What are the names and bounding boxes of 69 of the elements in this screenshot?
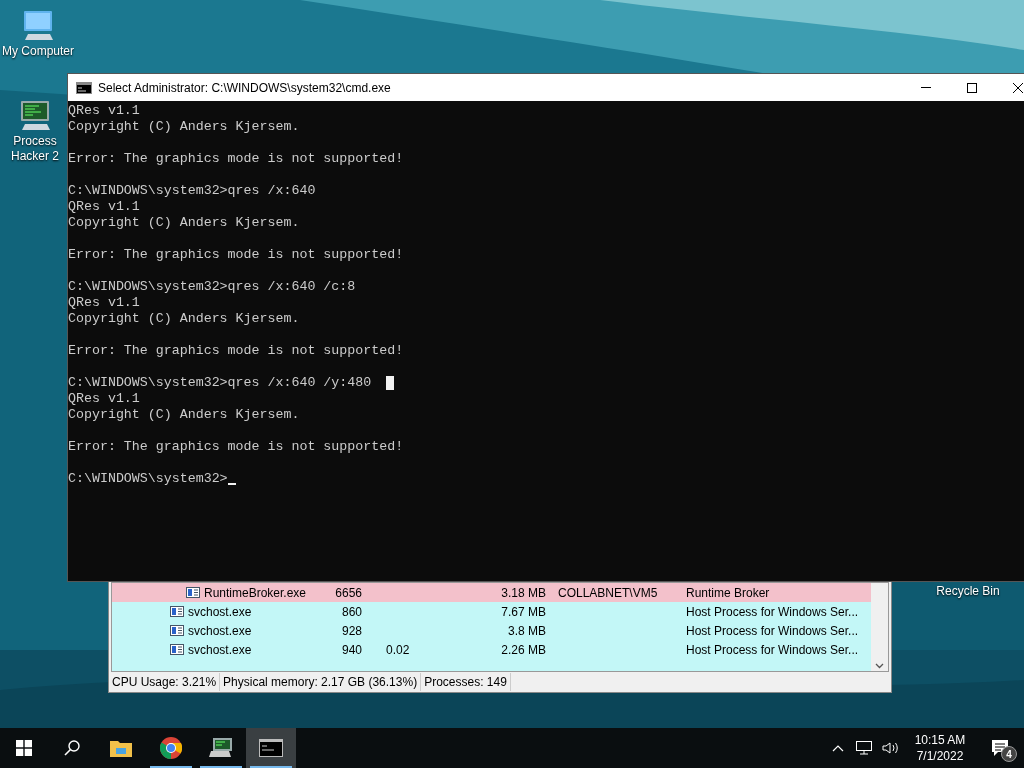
- console-line: C:\WINDOWS\system32>qres /x:640: [68, 183, 316, 199]
- console-line: Copyright (C) Anders Kjersem.: [68, 215, 300, 231]
- window-title: Select Administrator: C:\WINDOWS\system32\cmd.exe: [98, 79, 392, 97]
- text-cursor: [227, 483, 236, 485]
- status-bar-text: Physical memory: 2.17 GB (36.13%): [220, 673, 422, 691]
- description-cell-text: Runtime Broker: [686, 584, 770, 602]
- pid-cell-text: 940: [340, 641, 362, 659]
- console-line: Error: The graphics mode is not supported!: [68, 247, 404, 263]
- window-icon: [186, 587, 200, 598]
- console-icon: [76, 81, 92, 94]
- window-icon: [170, 606, 184, 617]
- chevron-up-icon[interactable]: [832, 744, 844, 752]
- process-name: svchost.exe: [188, 603, 252, 621]
- console-line: Error: The graphics mode is not supported!: [68, 439, 404, 455]
- console-line: Copyright (C) Anders Kjersem.: [68, 119, 300, 135]
- console-line: C:\WINDOWS\system32>qres /x:640 /y:480: [68, 375, 372, 391]
- window-icon: [170, 644, 184, 655]
- console-line: C:\WINDOWS\system32>qres /x:640 /c:8: [68, 279, 356, 295]
- process-row[interactable]: svchost.exe 940 0.02 2.26 MB Host Process for Windows Ser...: [112, 640, 871, 659]
- user-cell-text: COLLABNET\VM5: [558, 584, 659, 602]
- close-icon: [1013, 82, 1023, 93]
- selection-cursor: [386, 376, 395, 390]
- scroll-down-icon[interactable]: [875, 663, 884, 669]
- process-name: svchost.exe: [188, 641, 252, 659]
- console-line: Error: The graphics mode is not supported!: [68, 343, 404, 359]
- memory-cell-text: 2.26 MB: [500, 641, 546, 659]
- cpu-cell-text: 0.02: [386, 641, 411, 659]
- desktop-icon-label[interactable]: Process Hacker 2: [5, 134, 65, 164]
- pid-cell-text: 6656: [334, 584, 362, 602]
- desktop-icon-label[interactable]: My Computer: [0, 44, 76, 59]
- process-name: RuntimeBroker.exe: [204, 584, 307, 602]
- chrome-icon: [160, 737, 182, 759]
- memory-cell-text: 3.18 MB: [500, 584, 546, 602]
- window-icon: [170, 625, 184, 636]
- process-row[interactable]: svchost.exe 860 7.67 MB Host Process for Windows Ser...: [112, 602, 871, 621]
- notification-badge: 4: [1001, 746, 1017, 762]
- description-cell-text: Host Process for Windows Ser...: [686, 603, 859, 621]
- console-line: Copyright (C) Anders Kjersem.: [68, 407, 300, 423]
- console-line: QRes v1.1: [68, 391, 140, 407]
- desktop-icon-label[interactable]: Recycle Bin: [930, 584, 1006, 599]
- folder-icon: [110, 739, 132, 757]
- console-line: QRes v1.1: [68, 103, 140, 119]
- console-line: QRes v1.1: [68, 295, 140, 311]
- pid-cell-text: 860: [340, 603, 362, 621]
- description-cell-text: Host Process for Windows Ser...: [686, 641, 859, 659]
- pid-cell-text: 928: [340, 622, 362, 640]
- maximize-icon: [967, 82, 977, 93]
- description-cell-text: Host Process for Windows Ser...: [686, 622, 859, 640]
- monitor-icon: [209, 737, 233, 759]
- console-prompt: C:\WINDOWS\system32>: [68, 471, 228, 487]
- process-row[interactable]: svchost.exe 928 3.8 MB Host Process for Windows Ser...: [112, 621, 871, 640]
- status-bar-text: CPU Usage: 3.21%: [109, 673, 221, 691]
- windows-icon: [16, 740, 32, 756]
- minimize-icon: [921, 87, 931, 88]
- process-row[interactable]: RuntimeBroker.exe 6656 3.18 MB COLLABNET\VM5 Runtime Broker: [112, 583, 871, 602]
- console-line: QRes v1.1: [68, 199, 140, 215]
- scrollbar[interactable]: [871, 583, 888, 671]
- taskbar-app[interactable]: [246, 728, 296, 768]
- search-icon: [64, 740, 80, 756]
- status-bar-text: Processes: 149: [421, 673, 511, 691]
- console-line: Copyright (C) Anders Kjersem.: [68, 311, 300, 327]
- console-icon: [259, 739, 283, 757]
- console-line: Error: The graphics mode is not supported!: [68, 151, 404, 167]
- speaker-icon[interactable]: [882, 741, 900, 755]
- memory-cell-text: 7.67 MB: [500, 603, 546, 621]
- network-icon[interactable]: [856, 741, 872, 755]
- clock[interactable]: 10:15 AM 7/1/2022: [904, 732, 976, 764]
- process-name: svchost.exe: [188, 622, 252, 640]
- memory-cell-text: 3.8 MB: [507, 622, 546, 640]
